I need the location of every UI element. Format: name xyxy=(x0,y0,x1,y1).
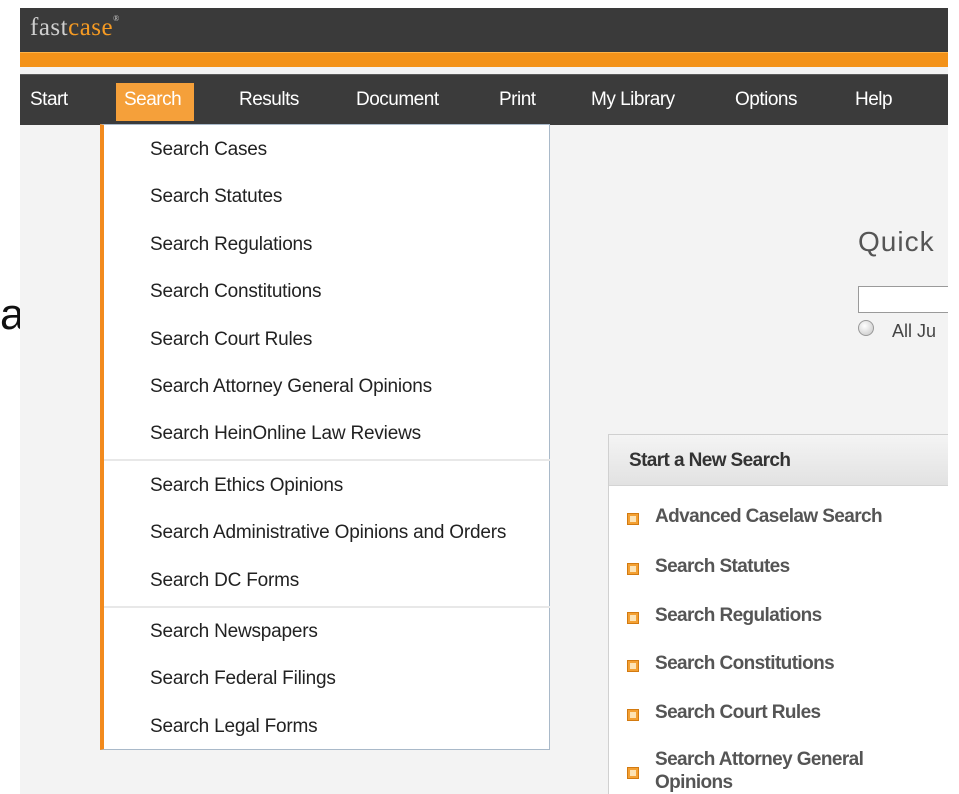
link-label-line-2[interactable]: Opinions xyxy=(655,772,733,794)
fastcase-window: fastcase® Start Search Results Document … xyxy=(20,8,948,794)
panel-header: Start a New Search xyxy=(609,435,948,486)
bullet-icon xyxy=(627,709,639,721)
link-label[interactable]: Search Court Rules xyxy=(655,702,821,724)
panel-title: Start a New Search xyxy=(629,450,791,471)
nav-start[interactable]: Start xyxy=(30,75,68,125)
bullet-icon xyxy=(627,767,639,779)
link-label[interactable]: Search Statutes xyxy=(655,556,790,578)
fastcase-logo[interactable]: fastcase® xyxy=(30,14,120,42)
nav-results[interactable]: Results xyxy=(239,75,299,125)
nav-help[interactable]: Help xyxy=(855,75,893,125)
menu-item-search-legal-forms[interactable]: Search Legal Forms xyxy=(150,716,318,738)
bullet-icon xyxy=(627,660,639,672)
menu-item-search-administrative[interactable]: Search Administrative Opinions and Order… xyxy=(150,522,506,544)
menu-item-search-attorney-general[interactable]: Search Attorney General Opinions xyxy=(150,376,432,398)
orange-divider xyxy=(20,52,948,67)
search-dropdown-menu: Search Cases Search Statutes Search Regu… xyxy=(100,124,550,750)
menu-item-search-cases[interactable]: Search Cases xyxy=(150,139,267,161)
menu-item-search-constitutions[interactable]: Search Constitutions xyxy=(150,281,322,303)
logo-bar: fastcase® xyxy=(20,8,948,52)
menu-separator xyxy=(104,606,550,608)
link-label[interactable]: Advanced Caselaw Search xyxy=(655,506,883,528)
menu-item-search-statutes[interactable]: Search Statutes xyxy=(150,186,282,208)
menu-item-search-ethics[interactable]: Search Ethics Opinions xyxy=(150,475,343,497)
bullet-icon xyxy=(627,612,639,624)
menu-item-search-court-rules[interactable]: Search Court Rules xyxy=(150,329,312,351)
logo-text-case: case xyxy=(68,14,114,41)
start-new-search-panel: Start a New Search Advanced Caselaw Sear… xyxy=(608,434,948,794)
nav-my-library[interactable]: My Library xyxy=(591,75,675,125)
link-label[interactable]: Search Regulations xyxy=(655,605,822,627)
link-label-line-1[interactable]: Search Attorney General xyxy=(655,749,864,771)
nav-search[interactable]: Search xyxy=(124,75,182,125)
menu-item-search-heinonline[interactable]: Search HeinOnline Law Reviews xyxy=(150,423,421,445)
nav-print[interactable]: Print xyxy=(499,75,536,125)
menu-item-search-dc-forms[interactable]: Search DC Forms xyxy=(150,570,299,592)
logo-text-fast: fast xyxy=(30,14,69,41)
all-jurisdictions-radio[interactable] xyxy=(858,320,874,336)
link-label[interactable]: Search Constitutions xyxy=(655,653,835,675)
quick-search-input[interactable] xyxy=(858,286,948,313)
logo-registered-mark: ® xyxy=(113,14,120,23)
quick-search-title: Quick xyxy=(858,226,935,257)
bullet-icon xyxy=(627,563,639,575)
menu-separator xyxy=(104,459,550,461)
nav-options[interactable]: Options xyxy=(735,75,797,125)
nav-document[interactable]: Document xyxy=(356,75,439,125)
menu-item-search-regulations[interactable]: Search Regulations xyxy=(150,234,312,256)
menu-item-search-newspapers[interactable]: Search Newspapers xyxy=(150,621,318,643)
all-jurisdictions-label: All Ju xyxy=(892,321,937,341)
menu-item-search-federal-filings[interactable]: Search Federal Filings xyxy=(150,668,336,690)
bullet-icon xyxy=(627,513,639,525)
main-nav: Start Search Results Document Print My L… xyxy=(20,74,948,125)
